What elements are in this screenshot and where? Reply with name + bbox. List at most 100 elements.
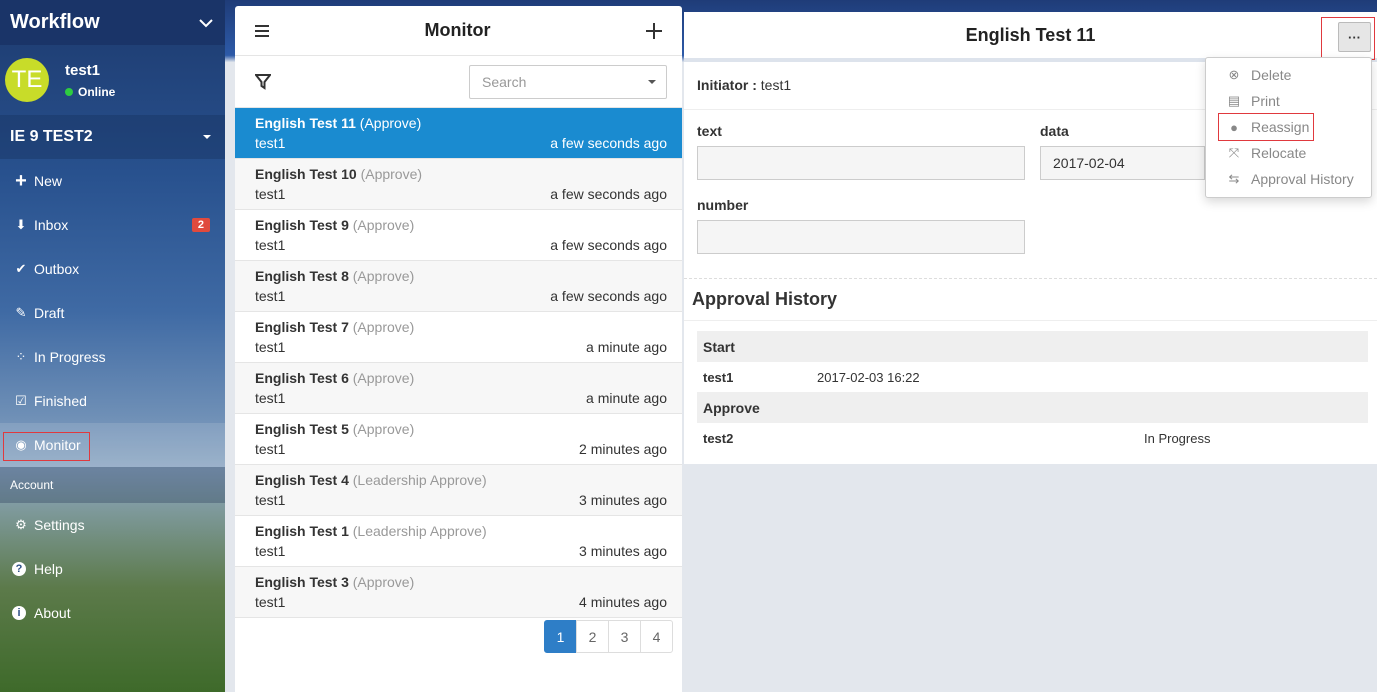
history-user: test2 xyxy=(703,430,734,446)
menu-item-print[interactable]: ▤ Print xyxy=(1206,88,1371,114)
menu-item-relocate[interactable]: ⤧ Relocate xyxy=(1206,140,1371,166)
list-item[interactable]: English Test 11 (Approve) test1 a few sec… xyxy=(235,108,682,159)
inbox-icon: ⬇ xyxy=(15,217,27,232)
section-account: Account xyxy=(0,467,225,503)
item-title: English Test 11 xyxy=(255,115,356,131)
plus-icon: + xyxy=(15,169,27,192)
nav-help[interactable]: ? Help xyxy=(0,547,225,591)
initiator-label: Initiator : xyxy=(697,77,757,93)
actions-dropdown-menu: ⊗ Delete ▤ Print ● Reassign ⤧ Relocate ⇆ Appr… xyxy=(1205,57,1372,198)
menu-item-approval-history[interactable]: ⇆ Approval History xyxy=(1206,166,1371,192)
list-item[interactable]: English Test 10 (Approve) test1 a few sec… xyxy=(235,159,682,210)
workflow-list: English Test 11 (Approve) test1 a few sec… xyxy=(235,108,682,618)
item-user: test1 xyxy=(255,288,286,304)
page-button[interactable]: 1 xyxy=(544,620,577,653)
nav-label: Help xyxy=(34,561,63,577)
item-user: test1 xyxy=(255,237,286,253)
online-dot-icon xyxy=(65,87,73,96)
hamburger-menu-icon[interactable] xyxy=(255,24,269,37)
search-placeholder: Search xyxy=(482,73,527,90)
text-field[interactable] xyxy=(697,146,1025,180)
sidebar: Workflow TE test1 Online IE 9 TEST2 + New… xyxy=(0,0,225,692)
item-user: test1 xyxy=(255,543,286,559)
item-time: 3 minutes ago xyxy=(579,543,667,559)
nav-about[interactable]: i About xyxy=(0,591,225,635)
list-item[interactable]: English Test 4 (Leadership Approve) test… xyxy=(235,465,682,516)
inbox-count-badge: 2 xyxy=(191,218,210,232)
more-button-highlight xyxy=(1321,17,1375,60)
nav-label: In Progress xyxy=(34,349,106,365)
item-time: a few seconds ago xyxy=(550,135,667,151)
question-icon: ? xyxy=(12,562,26,576)
avatar[interactable]: TE xyxy=(5,58,49,102)
org-selector[interactable]: IE 9 TEST2 xyxy=(0,115,225,159)
item-title: English Test 8 xyxy=(255,268,349,284)
org-name: IE 9 TEST2 xyxy=(10,128,93,145)
item-user: test1 xyxy=(255,135,286,151)
list-item[interactable]: English Test 7 (Approve) test1 a minute a… xyxy=(235,312,682,363)
user-panel: TE test1 Online xyxy=(0,45,225,115)
caret-down-icon xyxy=(203,135,211,139)
status-label: Online xyxy=(78,84,116,99)
nav-draft[interactable]: ✎ Draft xyxy=(0,291,225,335)
filter-row: Search xyxy=(235,56,682,108)
list-item[interactable]: English Test 9 (Approve) test1 a few seco… xyxy=(235,210,682,261)
divider xyxy=(684,320,1377,321)
list-item[interactable]: English Test 1 (Leadership Approve) test… xyxy=(235,516,682,567)
list-item[interactable]: English Test 5 (Approve) test1 2 minutes … xyxy=(235,414,682,465)
menu-item-label: Print xyxy=(1251,93,1280,109)
reassign-highlight xyxy=(1218,113,1314,141)
nav-label: Outbox xyxy=(34,261,80,277)
item-user: test1 xyxy=(255,441,286,457)
item-time: a minute ago xyxy=(586,339,667,355)
item-title: English Test 4 xyxy=(255,472,349,488)
gear-icon: ⚙ xyxy=(15,517,27,532)
search-select[interactable]: Search xyxy=(469,64,667,99)
item-stage: (Leadership Approve) xyxy=(352,523,487,539)
nav-label: New xyxy=(34,173,63,189)
user-status: Online xyxy=(65,85,115,99)
item-user: test1 xyxy=(255,390,286,406)
nav-settings[interactable]: ⚙ Settings xyxy=(0,503,225,547)
page-button[interactable]: 4 xyxy=(640,620,673,653)
list-item[interactable]: English Test 8 (Approve) test1 a few seco… xyxy=(235,261,682,312)
nav-label: Settings xyxy=(34,517,85,533)
item-time: a few seconds ago xyxy=(550,186,667,202)
item-time: 2 minutes ago xyxy=(579,441,667,457)
history-row: test2 In Progress xyxy=(697,423,1368,453)
brand-header: Workflow xyxy=(0,0,225,45)
number-field[interactable] xyxy=(697,220,1025,254)
menu-item-delete[interactable]: ⊗ Delete xyxy=(1206,62,1371,88)
item-stage: (Approve) xyxy=(352,319,415,335)
item-title: English Test 5 xyxy=(255,421,349,437)
item-stage: (Approve) xyxy=(352,217,415,233)
filter-icon[interactable] xyxy=(255,73,271,90)
add-icon[interactable] xyxy=(645,22,662,39)
item-title: English Test 7 xyxy=(255,319,349,335)
printer-icon: ▤ xyxy=(1227,93,1241,108)
item-stage: (Approve) xyxy=(352,421,415,437)
divider xyxy=(684,278,1377,279)
page-button[interactable]: 3 xyxy=(608,620,641,653)
history-group-header: Start xyxy=(697,331,1368,362)
history-time: 2017-02-03 16:22 xyxy=(817,369,920,385)
chevron-down-icon[interactable] xyxy=(199,18,213,28)
edit-icon: ✎ xyxy=(15,305,27,320)
data-field[interactable]: 2017-02-04 xyxy=(1040,146,1205,180)
item-user: test1 xyxy=(255,594,286,610)
history-user: test1 xyxy=(703,369,734,385)
page-button[interactable]: 2 xyxy=(576,620,609,653)
list-item[interactable]: English Test 3 (Approve) test1 4 minutes … xyxy=(235,567,682,618)
spinner-icon: ⁘ xyxy=(15,349,27,364)
list-item[interactable]: English Test 6 (Approve) test1 a minute a… xyxy=(235,363,682,414)
history-icon: ⇆ xyxy=(1228,171,1240,186)
nav-outbox[interactable]: ✔ Outbox xyxy=(0,247,225,291)
item-user: test1 xyxy=(255,186,286,202)
nav-new[interactable]: + New xyxy=(0,159,225,203)
nav-finished[interactable]: ☑ Finished xyxy=(0,379,225,423)
nav-in-progress[interactable]: ⁘ In Progress xyxy=(0,335,225,379)
nav-inbox[interactable]: ⬇ Inbox 2 xyxy=(0,203,225,247)
nav-label: Finished xyxy=(34,393,87,409)
history-group-header: Approve xyxy=(697,392,1368,423)
detail-header: English Test 11 ··· xyxy=(684,12,1377,62)
